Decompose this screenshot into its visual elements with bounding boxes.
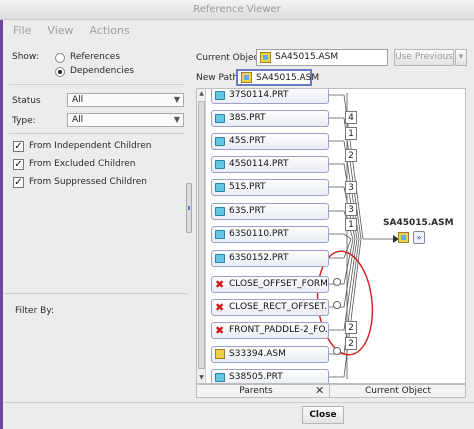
tree-node-label: CLOSE_OFFSET_FORM... [229,279,329,289]
dependency-tree: ▲ ▼ 37S0114.PRT 38S.PRT 45S.PRT 45S0114.… [196,88,466,384]
from-suppressed-children-checkbox[interactable]: ✓ [13,177,24,188]
tab-current-object[interactable]: Current Object [331,385,465,397]
assembly-icon [241,72,252,83]
options-panel: Show: References Dependencies Status All… [3,44,187,406]
use-previous-dropdown-button[interactable]: ▾ [455,49,467,66]
close-icon[interactable]: ✕ [315,384,324,397]
tree-node[interactable]: ✖ FRONT_PADDLE-2_FO... [211,322,329,339]
target-node-label: SA45015.ASM [383,218,454,228]
assembly-icon [215,349,225,359]
new-path-field[interactable]: SA45015.ASM [236,69,319,86]
link-circle-icon [333,278,341,286]
new-path-label: New Path: [196,73,242,83]
from-independent-children-label: From Independent Children [29,141,152,151]
type-label: Type: [12,116,36,126]
window-title: Reference Viewer [0,0,474,20]
reference-count-badge: 2 [345,149,357,162]
show-label: Show: [12,52,39,62]
missing-x-icon: ✖ [215,324,225,337]
type-select-value: All [72,115,84,125]
part-icon [215,183,225,192]
reference-count-badge: 1 [345,127,357,140]
chevron-down-icon: ▼ [173,115,180,124]
part-icon [215,91,225,100]
part-icon [215,114,225,123]
current-object-label: Current Object: [196,53,266,63]
references-radio[interactable] [55,53,65,63]
reference-count-badge: 3 [345,181,357,194]
assembly-icon [260,52,271,63]
link-circle-icon [333,301,341,309]
part-icon [215,373,225,382]
link-circle-icon [333,347,341,355]
tree-node-label: S33394.ASM [229,349,286,359]
use-previous-button[interactable]: Use Previous [394,49,454,66]
dialog-footer [3,402,474,429]
tree-node-label: 51S.PRT [229,182,266,192]
missing-x-icon: ✖ [215,301,225,314]
tree-node[interactable]: 38S.PRT [211,110,329,127]
type-select[interactable]: All ▼ [67,113,184,127]
part-icon [215,207,225,216]
dependencies-radio-label[interactable]: Dependencies [70,66,134,76]
part-icon [215,160,225,169]
missing-x-icon: ✖ [215,278,225,291]
dependencies-radio[interactable] [55,67,65,77]
menu-view[interactable]: View [47,22,73,40]
reference-count-badge: 2 [345,337,357,350]
tree-node[interactable]: 51S.PRT [211,179,329,196]
status-select[interactable]: All ▼ [67,93,184,107]
new-path-value: SA45015.ASM [256,73,320,83]
tree-node-label: 38S.PRT [229,113,266,123]
tree-node[interactable]: 63S.PRT [211,203,329,220]
tree-tabs: Parents ✕ Current Object [196,384,466,398]
menu-actions[interactable]: Actions [90,22,130,40]
status-select-value: All [72,95,84,105]
expand-chevron-icon[interactable]: » [413,231,425,244]
tree-node-label: 45S.PRT [229,136,266,146]
tree-node-label: FRONT_PADDLE-2_FO... [229,325,329,335]
reference-viewer-window: Reference Viewer File View Actions Show:… [0,0,474,429]
part-icon [215,137,225,146]
close-button[interactable]: Close [302,406,344,424]
tree-node[interactable]: 63S0110.PRT [211,226,329,243]
tree-node[interactable]: S33394.ASM [211,346,329,363]
tree-node[interactable]: ✖ CLOSE_OFFSET_FORM... [211,276,329,293]
reference-count-badge: 1 [345,218,357,231]
reference-count-badge: 3 [345,203,357,216]
filter-by-label: Filter By: [15,306,55,316]
status-label: Status [12,96,41,106]
menu-file[interactable]: File [13,22,31,40]
tree-node-label: 37S0114.PRT [229,90,289,100]
tree-node-label: 63S0110.PRT [229,229,289,239]
tree-node-label: S38505.PRT [229,372,283,382]
from-excluded-children-checkbox[interactable]: ✓ [13,159,24,170]
current-object-field[interactable]: SA45015.ASM [256,49,388,66]
tree-node-label: 63S.PRT [229,206,266,216]
chevron-down-icon: ▼ [173,95,180,104]
menu-bar: File View Actions [3,22,130,40]
current-object-value: SA45015.ASM [275,52,339,62]
tree-node[interactable]: 45S.PRT [211,133,329,150]
tab-parents[interactable]: Parents [197,385,315,397]
part-icon [215,230,225,239]
tree-node[interactable]: 45S0114.PRT [211,156,329,173]
from-independent-children-checkbox[interactable]: ✓ [13,141,24,152]
reference-count-badge: 4 [345,111,357,124]
part-icon [215,254,225,263]
tree-node[interactable]: S38505.PRT [211,369,329,383]
target-assembly-icon[interactable] [398,232,409,243]
tree-node-label: 45S0114.PRT [229,159,289,169]
panel-splitter-handle[interactable] [186,183,192,233]
tree-node-label: CLOSE_RECT_OFFSET... [229,302,329,312]
references-radio-label[interactable]: References [70,52,120,62]
chevron-down-icon: ▾ [458,52,464,62]
tree-node-label: 63S0152.PRT [229,253,289,263]
from-excluded-children-label: From Excluded Children [29,159,136,169]
from-suppressed-children-label: From Suppressed Children [29,177,147,187]
tree-node[interactable]: 63S0152.PRT [211,250,329,267]
tree-node[interactable]: ✖ CLOSE_RECT_OFFSET... [211,299,329,316]
tree-node[interactable]: 37S0114.PRT [211,89,329,104]
reference-count-badge: 2 [345,321,357,334]
